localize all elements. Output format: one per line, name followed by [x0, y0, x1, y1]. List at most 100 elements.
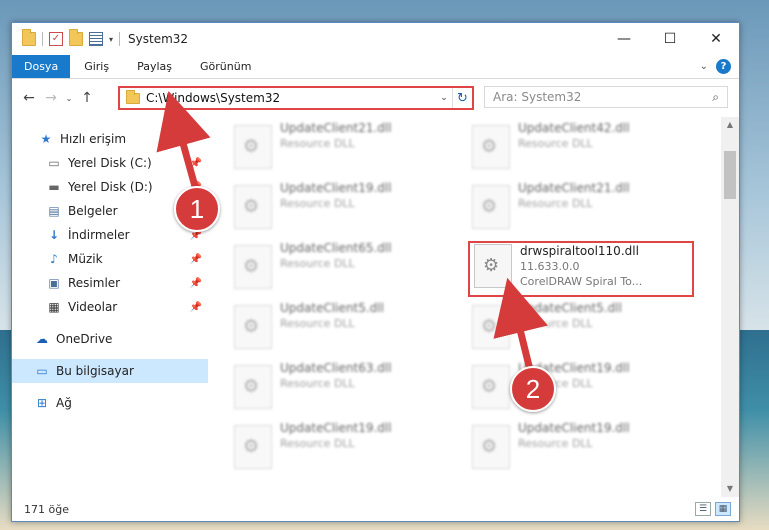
address-path[interactable]: C:\Windows\System32: [146, 91, 436, 105]
file-name: UpdateClient21.dll: [518, 181, 630, 195]
pin-icon[interactable]: 📌: [190, 158, 202, 169]
dll-file-icon: ⚙: [472, 125, 510, 169]
file-name: UpdateClient19.dll: [518, 421, 630, 435]
up-arrow-icon[interactable]: ↑: [76, 90, 98, 106]
refresh-icon[interactable]: ↻: [452, 88, 472, 108]
file-tile[interactable]: ⚙ UpdateClient19.dllResource DLL: [472, 361, 702, 415]
gear-icon: ⚙: [243, 316, 260, 337]
nav-item-onedrive[interactable]: ☁ OneDrive: [12, 327, 208, 351]
file-name: UpdateClient19.dll: [280, 181, 392, 195]
tab-view[interactable]: Görünüm: [186, 55, 265, 78]
file-tile[interactable]: ⚙ UpdateClient19.dllResource DLL: [234, 421, 464, 475]
properties-icon[interactable]: [89, 32, 103, 46]
nav-gap: [12, 351, 208, 359]
file-name: UpdateClient42.dll: [518, 121, 630, 135]
file-description: Resource DLL: [518, 137, 593, 150]
file-tile[interactable]: ⚙ UpdateClient21.dll Resource DLL: [234, 121, 464, 175]
dll-file-icon: ⚙: [474, 244, 512, 288]
nav-item-downloads[interactable]: ↓ İndirmeler 📌: [12, 223, 208, 247]
scroll-up-arrow-icon[interactable]: ▲: [721, 117, 739, 133]
dll-file-icon: ⚙: [472, 305, 510, 349]
file-tile[interactable]: ⚙ UpdateClient65.dll Resource DLL: [234, 241, 464, 295]
details-view-icon[interactable]: ☰: [695, 502, 711, 516]
dll-file-icon: ⚙: [472, 425, 510, 469]
file-tile[interactable]: ⚙ UpdateClient21.dll Resource DLL: [472, 181, 702, 235]
nav-gap: [12, 319, 208, 327]
file-tile[interactable]: ⚙ UpdateClient19.dllResource DLL: [472, 421, 702, 475]
window-title: System32: [128, 32, 189, 46]
toolbar-separator: [119, 32, 121, 46]
gear-icon: ⚙: [243, 436, 260, 457]
nav-item-pictures[interactable]: ▣ Resimler 📌: [12, 271, 208, 295]
title-bar: ✓ ▾ System32 — ☐ ✕: [12, 23, 739, 55]
tab-share[interactable]: Paylaş: [123, 55, 186, 78]
back-arrow-icon[interactable]: ←: [18, 90, 40, 106]
tab-file[interactable]: Dosya: [12, 55, 71, 78]
file-list: ⚙ UpdateClient21.dll Resource DLL ⚙ Updat…: [214, 117, 721, 497]
address-bar[interactable]: C:\Windows\System32 ⌄ ↻: [118, 86, 474, 110]
expand-ribbon-chevron-icon[interactable]: ⌄: [700, 61, 708, 72]
videos-icon: ▦: [48, 300, 60, 314]
scrollbar-thumb[interactable]: [724, 151, 736, 199]
nav-item-label: Belgeler: [68, 204, 118, 218]
pin-icon[interactable]: 📌: [190, 254, 202, 265]
status-bar: 171 öğe ☰ ▦: [12, 497, 739, 521]
computer-icon: ▭: [36, 364, 48, 378]
recent-locations-chevron-icon[interactable]: ⌄: [62, 94, 76, 103]
dll-file-icon: ⚙: [234, 125, 272, 169]
nav-item-label: OneDrive: [56, 332, 113, 346]
nav-item-this-pc[interactable]: ▭ Bu bilgisayar: [12, 359, 208, 383]
minimize-button[interactable]: —: [601, 23, 647, 55]
forward-arrow-icon[interactable]: →: [40, 90, 62, 106]
file-tile[interactable]: ⚙ UpdateClient5.dll Resource DLL: [472, 301, 702, 355]
file-name: drwspiraltool110.dll: [520, 244, 639, 258]
nav-item-local-disk-c[interactable]: ▭ Yerel Disk (C:) 📌: [12, 151, 208, 175]
vertical-scrollbar[interactable]: ▲ ▼: [721, 117, 739, 497]
file-name: UpdateClient65.dll: [280, 241, 392, 255]
nav-item-network[interactable]: ⊞ Ağ: [12, 391, 208, 415]
dll-file-icon: ⚙: [472, 365, 510, 409]
gear-icon: ⚙: [483, 255, 500, 276]
nav-item-quick-access[interactable]: ★ Hızlı erişim: [12, 127, 208, 151]
quick-access-toolbar: ✓ ▾: [12, 29, 121, 46]
help-icon[interactable]: ?: [716, 59, 731, 74]
music-icon: ♪: [50, 252, 58, 266]
folder-icon: [126, 89, 140, 104]
nav-item-videos[interactable]: ▦ Videolar 📌: [12, 295, 208, 319]
gear-icon: ⚙: [243, 376, 260, 397]
toolbar-separator: [42, 32, 43, 46]
close-button[interactable]: ✕: [693, 23, 739, 55]
file-tile[interactable]: ⚙ UpdateClient42.dll Resource DLL: [472, 121, 702, 175]
nav-item-label: Ağ: [56, 396, 72, 410]
main-area: ★ Hızlı erişim ▭ Yerel Disk (C:) 📌 ▬ Yer…: [12, 117, 739, 497]
nav-item-label: İndirmeler: [68, 228, 130, 242]
star-icon: ★: [40, 132, 52, 146]
file-description: Resource DLL: [280, 437, 355, 450]
nav-item-music[interactable]: ♪ Müzik 📌: [12, 247, 208, 271]
file-tile[interactable]: ⚙ UpdateClient5.dll Resource DLL: [234, 301, 464, 355]
properties-check-icon[interactable]: ✓: [49, 32, 63, 46]
search-input[interactable]: Ara: System32 ⌕: [484, 86, 728, 108]
customize-toolbar-chevron-icon[interactable]: ▾: [109, 35, 113, 44]
file-description: Resource DLL: [280, 197, 355, 210]
maximize-button[interactable]: ☐: [647, 23, 693, 55]
file-tile[interactable]: ⚙ UpdateClient63.dll Resource DLL: [234, 361, 464, 415]
address-dropdown-chevron-icon[interactable]: ⌄: [436, 93, 452, 103]
dll-file-icon: ⚙: [234, 185, 272, 229]
gear-icon: ⚙: [481, 376, 498, 397]
file-tile[interactable]: ⚙ UpdateClient19.dll Resource DLL: [234, 181, 464, 235]
documents-icon: ▤: [48, 204, 60, 218]
highlighted-file-tile[interactable]: ⚙ drwspiraltool110.dll 11.633.0.0 CorelD…: [468, 241, 694, 297]
tab-home[interactable]: Giriş: [70, 55, 123, 78]
tiles-view-icon[interactable]: ▦: [715, 502, 731, 516]
search-icon[interactable]: ⌕: [712, 90, 719, 105]
dll-file-icon: ⚙: [234, 425, 272, 469]
nav-item-label: Yerel Disk (C:): [68, 156, 152, 170]
nav-item-label: Hızlı erişim: [60, 132, 127, 146]
pin-icon[interactable]: 📌: [190, 278, 202, 289]
pin-icon[interactable]: 📌: [190, 302, 202, 313]
gear-icon: ⚙: [481, 316, 498, 337]
file-name: UpdateClient5.dll: [280, 301, 384, 315]
scroll-down-arrow-icon[interactable]: ▼: [721, 481, 739, 497]
new-folder-icon[interactable]: [69, 29, 83, 46]
